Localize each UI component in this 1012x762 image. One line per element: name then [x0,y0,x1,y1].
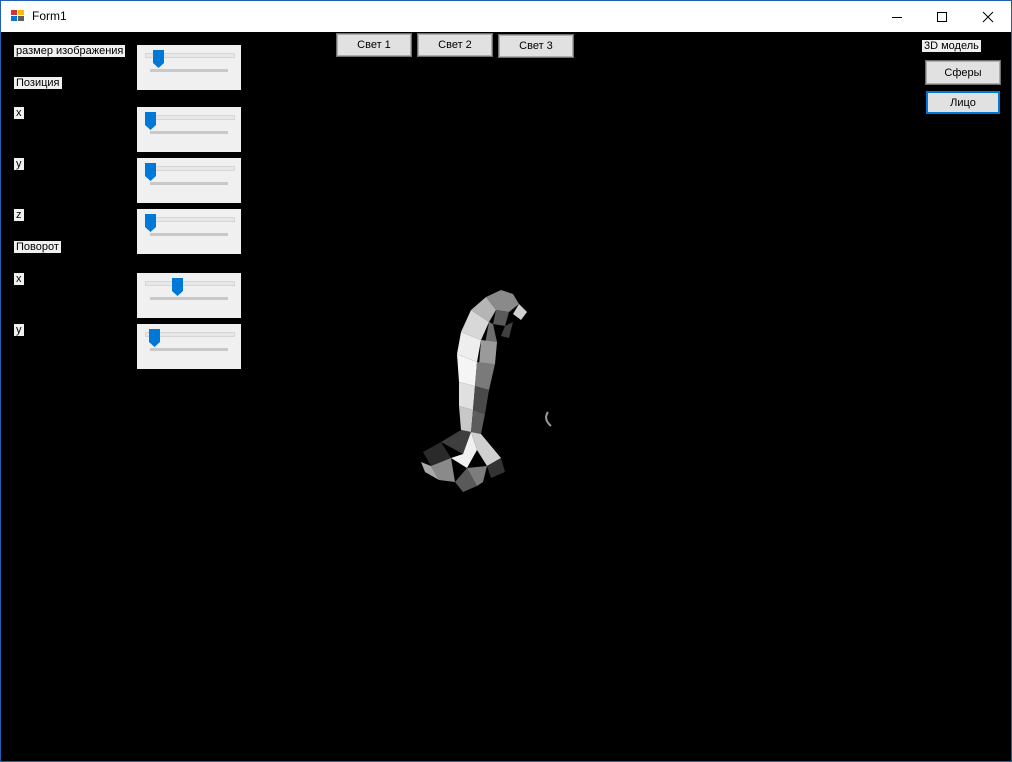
slider-ticks [150,182,228,185]
spheres-button[interactable]: Сферы [925,60,1001,85]
rotation-x-slider[interactable] [137,273,241,318]
rotation-y-label: y [14,324,24,336]
slider-ticks [150,131,228,134]
window-title: Form1 [32,9,67,23]
image-size-slider[interactable] [137,45,241,90]
app-window: Form1 размер изображения Позиция x y z П… [0,0,1012,762]
slider-thumb[interactable] [145,163,156,181]
face-button[interactable]: Лицо [926,91,1000,114]
light-3-button[interactable]: Свет 3 [498,34,574,58]
model-group-label: 3D модель [922,40,981,52]
slider-thumb[interactable] [152,50,164,68]
slider-ticks [150,233,228,236]
form-app-icon [11,10,25,22]
position-x-label: x [14,107,24,119]
slider-rail [145,166,235,171]
rotation-label: Поворот [14,241,61,253]
slider-ticks [150,348,228,351]
slider-thumb[interactable] [148,329,160,347]
light-2-button[interactable]: Свет 2 [417,33,493,57]
slider-rail [145,281,235,286]
slider-thumb[interactable] [145,112,156,130]
slider-rail [145,217,235,222]
close-icon [982,11,994,22]
slider-ticks [150,69,228,72]
title-bar[interactable]: Form1 [1,1,1011,32]
position-z-slider[interactable] [137,209,241,254]
slider-thumb[interactable] [145,214,156,232]
rotation-x-label: x [14,273,24,285]
position-y-label: y [14,158,24,170]
rotation-y-slider[interactable] [137,324,241,369]
position-y-slider[interactable] [137,158,241,203]
slider-rail [145,115,235,120]
close-button[interactable] [965,1,1011,32]
slider-ticks [150,297,228,300]
rendered-3d-face-model [421,290,552,492]
slider-thumb[interactable] [171,278,183,296]
maximize-button[interactable] [919,1,965,32]
image-size-label: размер изображения [14,45,126,57]
position-x-slider[interactable] [137,107,241,152]
position-label: Позиция [14,77,62,89]
light-1-button[interactable]: Свет 1 [336,33,412,57]
maximize-icon [937,11,947,22]
position-z-label: z [14,209,24,221]
minimize-button[interactable] [874,1,920,32]
minimize-icon [892,16,902,18]
render-canvas[interactable]: размер изображения Позиция x y z Поворот… [1,32,1011,761]
